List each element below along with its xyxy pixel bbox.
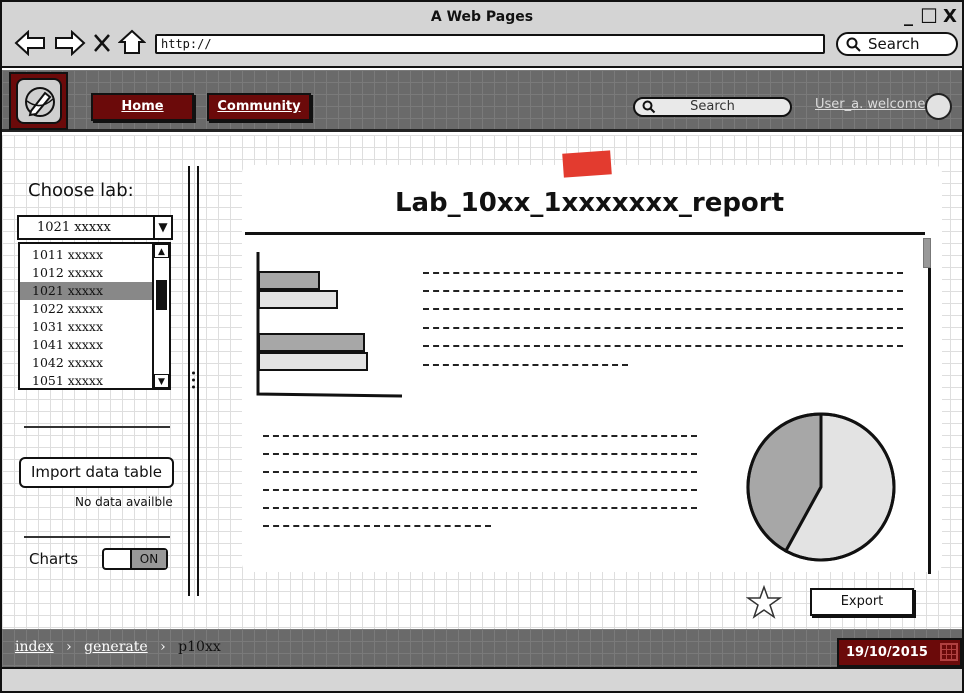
bar-4 bbox=[258, 352, 368, 371]
text-placeholder-line bbox=[263, 525, 491, 527]
splitter-line bbox=[197, 166, 199, 596]
lab-select[interactable]: 1021 xxxxx ▼ bbox=[17, 215, 173, 240]
breadcrumb-current: p10xx bbox=[178, 639, 221, 655]
url-bar[interactable]: http:// bbox=[155, 34, 825, 54]
nav-community-button[interactable]: Community bbox=[207, 93, 311, 121]
list-item[interactable]: 1011 xxxxx bbox=[20, 246, 152, 264]
scroll-track bbox=[928, 258, 931, 574]
user-avatar[interactable] bbox=[925, 93, 952, 120]
report-scrollbar[interactable] bbox=[920, 238, 932, 574]
search-icon bbox=[642, 100, 656, 114]
window-title: A Web Pages bbox=[430, 9, 534, 25]
favorite-star-icon[interactable] bbox=[746, 585, 782, 619]
breadcrumb-separator: › bbox=[66, 639, 72, 655]
report-title: Lab_10xx_1xxxxxxx_report bbox=[394, 188, 785, 218]
forward-arrow-icon[interactable] bbox=[54, 30, 86, 56]
report-bar-chart bbox=[256, 252, 403, 398]
list-item[interactable]: 1041 xxxxx bbox=[20, 336, 152, 354]
site-search-placeholder: Search bbox=[690, 99, 735, 114]
browser-window: A Web Pages _ ☐ X http:// Search Home Co… bbox=[0, 0, 964, 693]
nav-home-button[interactable]: Home bbox=[91, 93, 194, 121]
text-placeholder-line bbox=[263, 489, 697, 491]
breadcrumb-generate[interactable]: generate bbox=[84, 639, 148, 655]
toggle-state: ON bbox=[130, 550, 166, 568]
chevron-down-icon[interactable]: ▼ bbox=[153, 217, 171, 238]
close-button[interactable]: X bbox=[943, 6, 957, 27]
logo-badge bbox=[16, 78, 62, 124]
text-placeholder-line bbox=[423, 327, 903, 329]
back-arrow-icon[interactable] bbox=[14, 30, 46, 56]
sidebar-divider bbox=[24, 426, 170, 428]
import-data-button[interactable]: Import data table bbox=[19, 457, 174, 488]
browser-search[interactable]: Search bbox=[836, 32, 958, 56]
stop-icon[interactable] bbox=[92, 32, 112, 54]
text-placeholder-line bbox=[263, 507, 697, 509]
bar-3 bbox=[258, 333, 365, 352]
list-item-selected[interactable]: 1021 xxxxx bbox=[20, 282, 152, 300]
bar-2 bbox=[258, 290, 338, 309]
charts-label: Charts bbox=[29, 550, 79, 568]
text-placeholder-line bbox=[263, 453, 697, 455]
export-button[interactable]: Export bbox=[810, 588, 914, 616]
tape-decoration bbox=[562, 150, 612, 178]
report-title-rule bbox=[245, 232, 925, 235]
splitter-handle-icon[interactable] bbox=[190, 370, 197, 390]
list-item[interactable]: 1051 xxxxx bbox=[20, 372, 152, 390]
breadcrumb: index › generate › p10xx bbox=[15, 639, 221, 655]
list-item[interactable]: 1022 xxxxx bbox=[20, 300, 152, 318]
scroll-thumb[interactable] bbox=[923, 238, 931, 268]
browser-search-label: Search bbox=[868, 35, 920, 53]
pencil-globe-icon bbox=[25, 87, 55, 117]
scroll-thumb[interactable] bbox=[156, 280, 167, 310]
search-icon bbox=[846, 37, 861, 52]
sidebar-divider bbox=[24, 536, 170, 538]
lab-listbox[interactable]: 1011 xxxxx 1012 xxxxx 1021 xxxxx 1022 xx… bbox=[18, 242, 171, 390]
browser-status-bar bbox=[2, 667, 962, 691]
charts-toggle[interactable]: ON bbox=[102, 548, 168, 570]
scroll-down-icon[interactable]: ▼ bbox=[154, 374, 169, 388]
text-placeholder-line bbox=[423, 345, 903, 347]
bar-1 bbox=[258, 271, 320, 290]
breadcrumb-index[interactable]: index bbox=[15, 639, 54, 655]
text-placeholder-line bbox=[423, 272, 903, 274]
list-item[interactable]: 1042 xxxxx bbox=[20, 354, 152, 372]
text-placeholder-line bbox=[423, 364, 628, 366]
list-item[interactable]: 1012 xxxxx bbox=[20, 264, 152, 282]
text-placeholder-line bbox=[263, 435, 697, 437]
maximize-button[interactable]: ☐ bbox=[920, 4, 938, 28]
scroll-up-icon[interactable]: ▲ bbox=[154, 244, 169, 258]
calendar-icon[interactable] bbox=[940, 643, 958, 661]
list-item[interactable]: 1031 xxxxx bbox=[20, 318, 152, 336]
listbox-scrollbar[interactable]: ▲ ▼ bbox=[152, 244, 169, 388]
date-field[interactable]: 19/10/2015 bbox=[837, 638, 962, 667]
text-placeholder-line bbox=[423, 290, 903, 292]
home-icon[interactable] bbox=[118, 28, 146, 56]
minimize-button[interactable]: _ bbox=[904, 6, 913, 27]
report-pie-chart bbox=[746, 412, 896, 562]
breadcrumb-separator: › bbox=[160, 639, 166, 655]
site-search-input[interactable]: Search bbox=[633, 97, 792, 117]
text-placeholder-line bbox=[423, 308, 903, 310]
choose-lab-label: Choose lab: bbox=[28, 180, 134, 201]
lab-select-value: 1021 xxxxx bbox=[37, 220, 111, 235]
date-value: 19/10/2015 bbox=[846, 645, 928, 660]
user-welcome-link[interactable]: User_a. welcome! bbox=[815, 97, 931, 112]
no-data-text: No data availble bbox=[75, 495, 173, 509]
bar-group bbox=[258, 271, 368, 371]
text-placeholder-line bbox=[263, 471, 697, 473]
site-logo[interactable] bbox=[9, 72, 68, 130]
